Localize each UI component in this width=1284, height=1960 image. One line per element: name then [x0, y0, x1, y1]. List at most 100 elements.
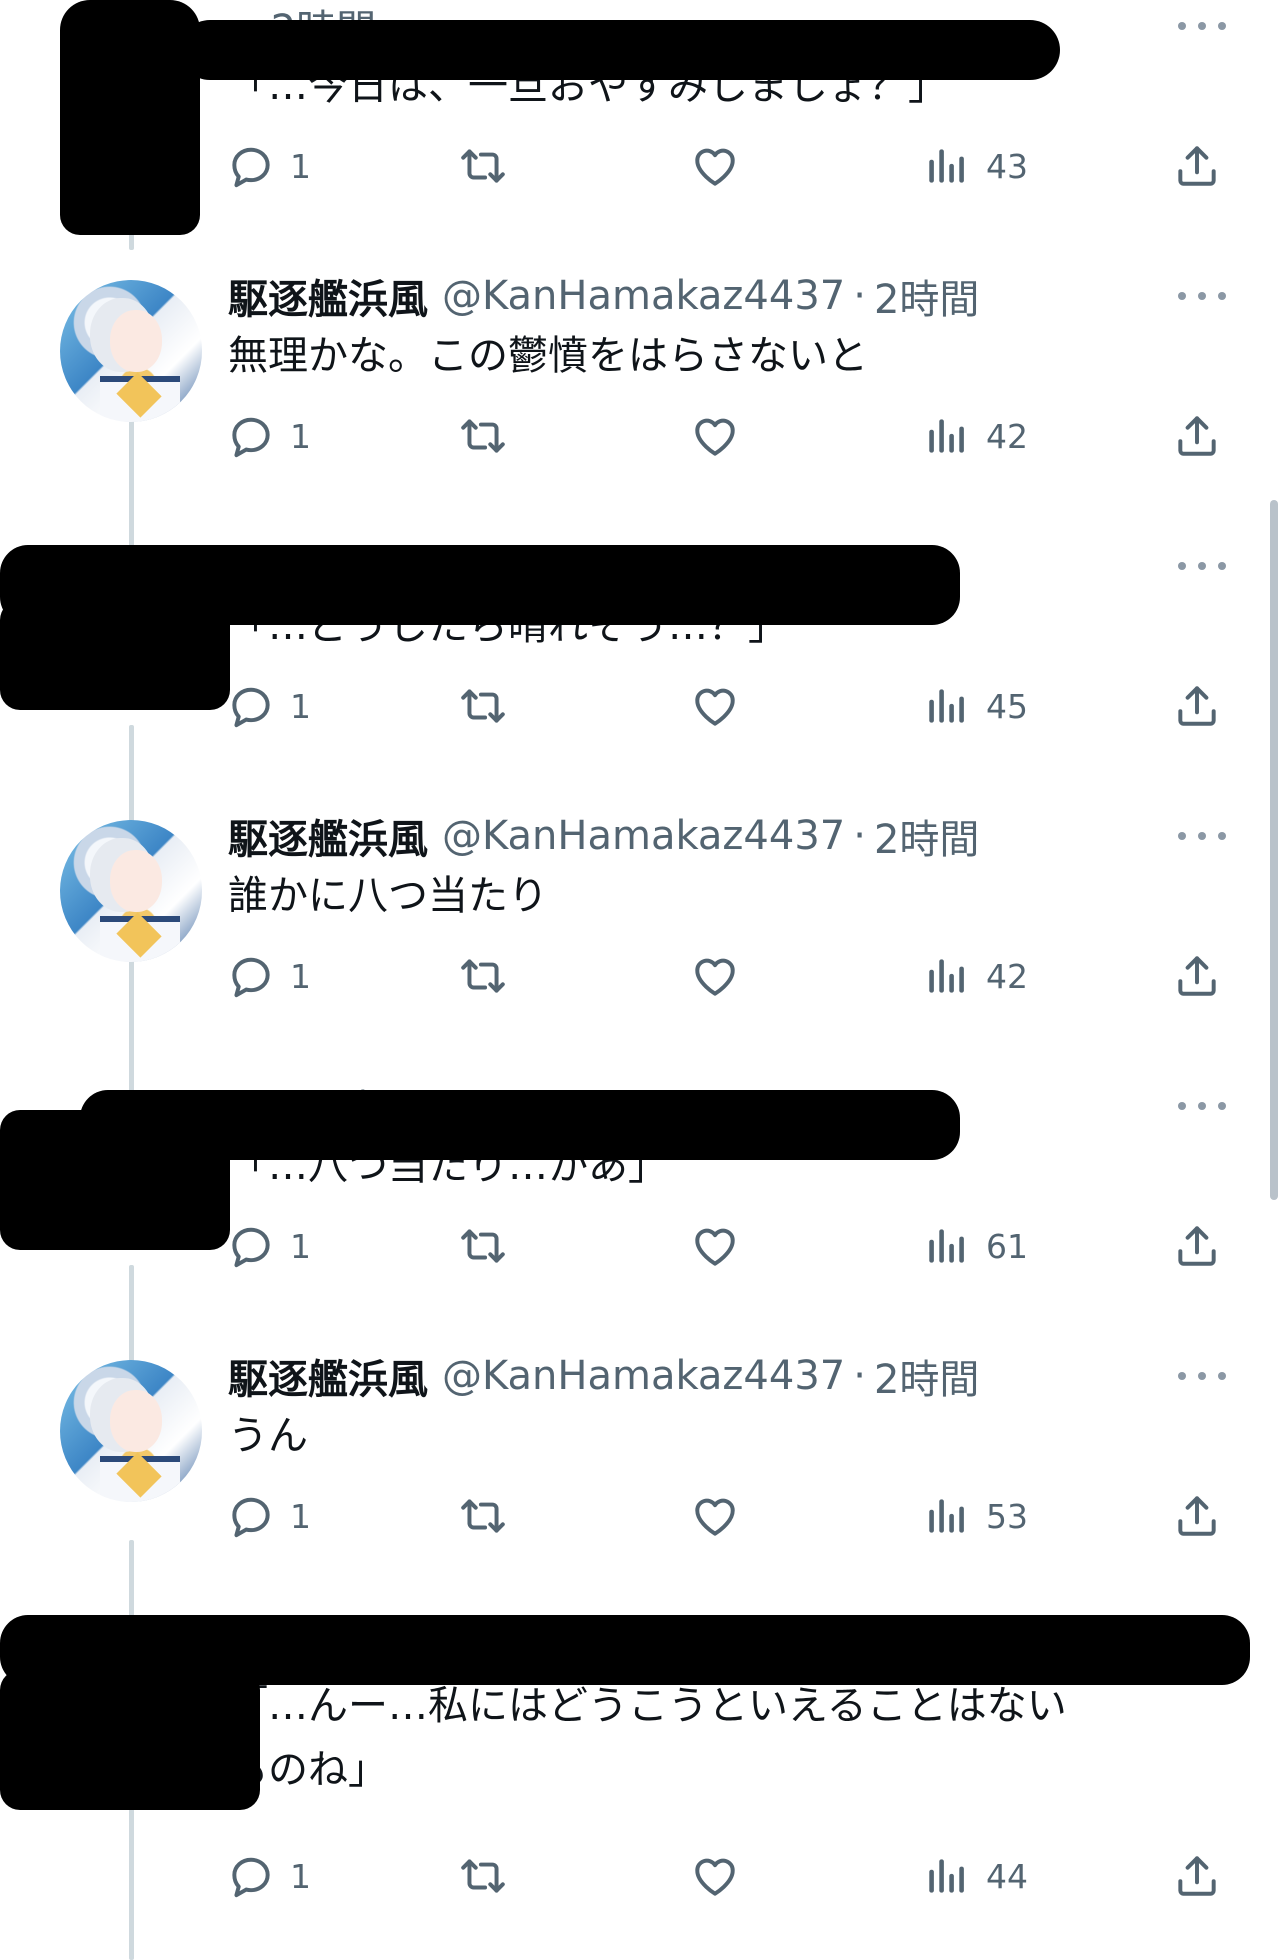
share-button[interactable]	[1172, 1486, 1222, 1546]
share-icon	[1178, 1856, 1216, 1896]
share-button[interactable]	[1172, 406, 1222, 466]
more-icon[interactable]	[1178, 816, 1226, 856]
view-count: 43	[986, 146, 1028, 186]
like-icon	[695, 1858, 735, 1896]
reply-count: 1	[290, 956, 311, 996]
more-icon[interactable]	[1178, 6, 1226, 46]
like-button[interactable]	[690, 946, 740, 1006]
like-icon	[695, 1498, 735, 1536]
views-icon	[929, 1229, 964, 1263]
share-button[interactable]	[1172, 676, 1222, 736]
retweet-icon	[461, 1229, 505, 1263]
scrollbar[interactable]	[1270, 500, 1278, 1200]
share-button[interactable]	[1172, 946, 1222, 1006]
tweet-text: うん	[228, 1413, 308, 1459]
share-button[interactable]	[1172, 136, 1222, 196]
avatar[interactable]	[60, 1360, 202, 1502]
views-icon	[929, 149, 964, 183]
reply-button[interactable]: 1	[226, 1846, 311, 1906]
user-handle[interactable]: @KanHamakaz4437	[442, 1353, 845, 1399]
reply-button[interactable]: 1	[226, 1216, 311, 1276]
timestamp[interactable]: 2時間	[874, 807, 979, 865]
redaction-mark	[0, 1670, 260, 1810]
user-handle[interactable]: @KanHamakaz4437	[442, 813, 845, 859]
views-icon	[929, 1499, 964, 1533]
share-icon	[1178, 416, 1216, 456]
retweet-button[interactable]	[458, 1486, 508, 1546]
avatar[interactable]	[60, 280, 202, 422]
reply-count: 1	[290, 146, 311, 186]
reply-icon	[232, 1497, 270, 1538]
timestamp[interactable]: 2時間	[874, 1347, 979, 1405]
display-name[interactable]: 駆逐艦浜風	[228, 267, 428, 325]
tweet-header: 駆逐艦浜風 @KanHamakaz4437 · 2時間	[228, 268, 979, 324]
action-bar: 1 42	[0, 946, 1284, 1006]
like-button[interactable]	[690, 1216, 740, 1276]
redaction-mark	[180, 20, 1060, 80]
views-button[interactable]: 45	[922, 676, 1028, 736]
more-icon[interactable]	[1178, 276, 1226, 316]
views-button[interactable]: 61	[922, 1216, 1028, 1276]
user-handle[interactable]: @KanHamakaz4437	[442, 273, 845, 319]
display-name[interactable]: 駆逐艦浜風	[228, 807, 428, 865]
retweet-icon	[461, 419, 505, 453]
more-icon[interactable]	[1178, 1086, 1226, 1126]
avatar[interactable]	[60, 820, 202, 962]
views-button[interactable]: 53	[922, 1486, 1028, 1546]
view-count: 61	[986, 1226, 1028, 1266]
like-button[interactable]	[690, 136, 740, 196]
reply-button[interactable]: 1	[226, 136, 311, 196]
retweet-button[interactable]	[458, 136, 508, 196]
like-button[interactable]	[690, 676, 740, 736]
like-icon	[695, 688, 735, 726]
reply-button[interactable]: 1	[226, 406, 311, 466]
reply-count: 1	[290, 686, 311, 726]
view-count: 44	[986, 1856, 1028, 1896]
reply-button[interactable]: 1	[226, 946, 311, 1006]
reply-button[interactable]: 1	[226, 676, 311, 736]
retweet-icon	[461, 1499, 505, 1533]
reply-count: 1	[290, 1226, 311, 1266]
tweet-4[interactable]: 駆逐艦浜風 @KanHamakaz4437 · 2時間 誰かに八つ当たり 1 4…	[0, 780, 1284, 1050]
view-count: 42	[986, 416, 1028, 456]
share-button[interactable]	[1172, 1216, 1222, 1276]
retweet-button[interactable]	[458, 1846, 508, 1906]
tweet-6[interactable]: 駆逐艦浜風 @KanHamakaz4437 · 2時間 うん 1 53	[0, 1320, 1284, 1590]
redaction-mark	[0, 600, 230, 710]
action-bar: 1 53	[0, 1486, 1284, 1546]
reply-icon	[232, 147, 270, 188]
timestamp[interactable]: 2時間	[874, 267, 979, 325]
views-icon	[929, 959, 964, 993]
share-icon	[1178, 686, 1216, 726]
like-button[interactable]	[690, 1486, 740, 1546]
reply-count: 1	[290, 1496, 311, 1536]
reply-count: 1	[290, 1856, 311, 1896]
views-button[interactable]: 42	[922, 946, 1028, 1006]
more-icon[interactable]	[1178, 1356, 1226, 1396]
views-button[interactable]: 44	[922, 1846, 1028, 1906]
more-icon[interactable]	[1178, 546, 1226, 586]
like-button[interactable]	[690, 1846, 740, 1906]
views-icon	[929, 689, 964, 723]
retweet-icon	[461, 1859, 505, 1893]
retweet-button[interactable]	[458, 406, 508, 466]
retweet-icon	[461, 149, 505, 183]
views-button[interactable]: 43	[922, 136, 1028, 196]
share-icon	[1178, 956, 1216, 996]
reply-icon	[232, 417, 270, 458]
retweet-icon	[461, 689, 505, 723]
views-button[interactable]: 42	[922, 406, 1028, 466]
retweet-button[interactable]	[458, 676, 508, 736]
retweet-button[interactable]	[458, 946, 508, 1006]
like-icon	[695, 1228, 735, 1266]
tweet-2[interactable]: 駆逐艦浜風 @KanHamakaz4437 · 2時間 無理かな。この鬱憤をはら…	[0, 240, 1284, 510]
tweet-header: 駆逐艦浜風 @KanHamakaz4437 · 2時間	[228, 1348, 979, 1404]
reply-button[interactable]: 1	[226, 1486, 311, 1546]
redaction-mark	[60, 150, 200, 235]
display-name[interactable]: 駆逐艦浜風	[228, 1347, 428, 1405]
like-button[interactable]	[690, 406, 740, 466]
share-button[interactable]	[1172, 1846, 1222, 1906]
tweet-text: 「…んー…私にはどうこうといえることはない ものね」	[228, 1683, 1067, 1793]
tweet-text: 無理かな。この鬱憤をはらさないと	[228, 333, 868, 379]
retweet-button[interactable]	[458, 1216, 508, 1276]
